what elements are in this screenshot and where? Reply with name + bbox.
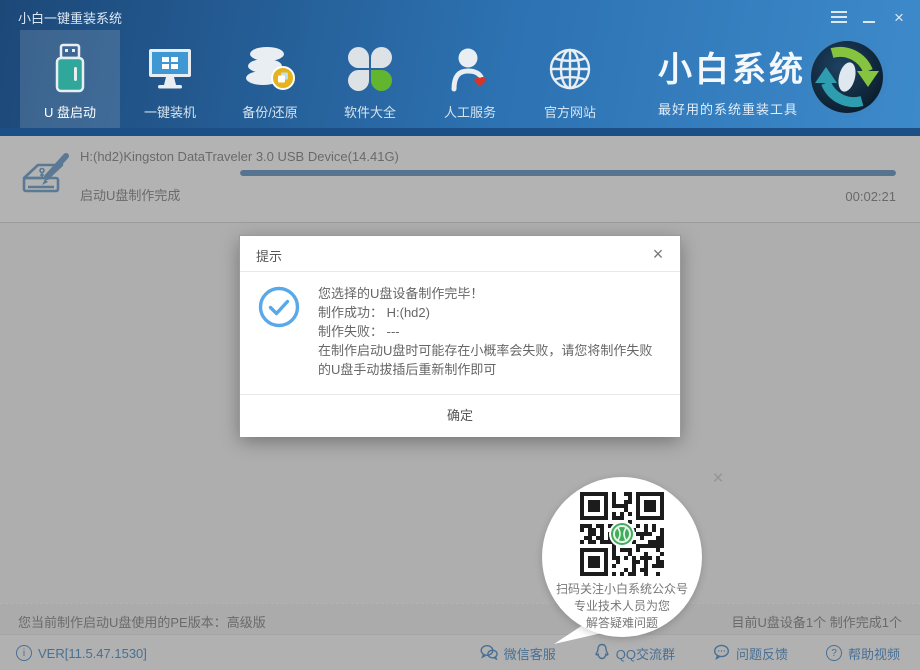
nav-label: 一键装机 — [144, 102, 196, 121]
dialog-line: 在制作启动U盘时可能存在小概率会失败，请您将制作失败的U盘手动拔插后重新制作即可 — [318, 341, 664, 379]
brand-logo-icon — [804, 34, 890, 120]
main-nav: U 盘启动 一键装机 — [20, 30, 620, 128]
globe-icon — [546, 42, 594, 96]
qr-caption-line: 解答疑难问题 — [542, 615, 702, 632]
ok-button[interactable]: 确定 — [240, 395, 680, 437]
hamburger-icon — [831, 11, 847, 23]
brand-name: 小白系统 — [658, 42, 806, 91]
nav-item-service[interactable]: 人工服务 — [420, 30, 520, 128]
dialog-footer: 确定 — [240, 394, 680, 436]
software-clover-icon — [348, 42, 392, 96]
brand-block: 小白系统 最好用的系统重装工具 — [658, 42, 806, 118]
nav-label: 软件大全 — [344, 102, 396, 121]
person-heart-icon — [447, 42, 493, 96]
app-window: 小白一键重装系统 × — [0, 0, 920, 670]
monitor-install-icon — [145, 42, 195, 96]
backup-restore-icon — [244, 42, 296, 96]
qr-bubble: 扫码关注小白系统公众号 专业技术人员为您 解答疑难问题 — [542, 477, 702, 637]
nav-item-website[interactable]: 官方网站 — [520, 30, 620, 128]
success-check-icon — [258, 286, 300, 328]
dialog-line: 制作失败： --- — [318, 322, 664, 341]
dialog-message: 您选择的U盘设备制作完毕！ 制作成功： H:(hd2) 制作失败： --- 在制… — [318, 284, 664, 379]
qr-close-icon[interactable]: × — [706, 467, 730, 491]
result-dialog: 提示 × 您选择的U盘设备制作完毕！ 制作成功： H:(hd2) 制作失败： -… — [240, 236, 680, 436]
window-title: 小白一键重装系统 — [18, 8, 122, 27]
brand-tagline: 最好用的系统重装工具 — [658, 99, 806, 118]
dialog-line: 您选择的U盘设备制作完毕！ — [318, 284, 664, 303]
dialog-title: 提示 — [256, 246, 282, 265]
nav-label: 人工服务 — [444, 102, 496, 121]
minimize-icon — [863, 21, 875, 23]
qr-code — [580, 492, 664, 581]
qr-caption: 扫码关注小白系统公众号 专业技术人员为您 解答疑难问题 — [542, 581, 702, 632]
minimize-button[interactable] — [854, 6, 884, 28]
nav-label: 备份/还原 — [242, 102, 298, 121]
nav-label: 官方网站 — [544, 102, 596, 121]
usb-drive-icon — [50, 42, 90, 96]
close-button[interactable]: × — [884, 6, 914, 28]
nav-item-software[interactable]: 软件大全 — [320, 30, 420, 128]
nav-item-usb-boot[interactable]: U 盘启动 — [20, 30, 120, 128]
nav-label: U 盘启动 — [44, 102, 96, 121]
window-controls: × — [824, 6, 914, 28]
dialog-header: 提示 × — [240, 236, 680, 272]
menu-icon[interactable] — [824, 6, 854, 28]
nav-item-onekey-install[interactable]: 一键装机 — [120, 30, 220, 128]
dialog-close-icon[interactable]: × — [646, 242, 670, 266]
nav-item-backup-restore[interactable]: 备份/还原 — [220, 30, 320, 128]
dialog-line: 制作成功： H:(hd2) — [318, 303, 664, 322]
app-header: 小白一键重装系统 × — [0, 0, 920, 136]
qr-caption-line: 专业技术人员为您 — [542, 598, 702, 615]
qr-caption-line: 扫码关注小白系统公众号 — [542, 581, 702, 598]
nav-bottom-stripe — [0, 128, 920, 136]
